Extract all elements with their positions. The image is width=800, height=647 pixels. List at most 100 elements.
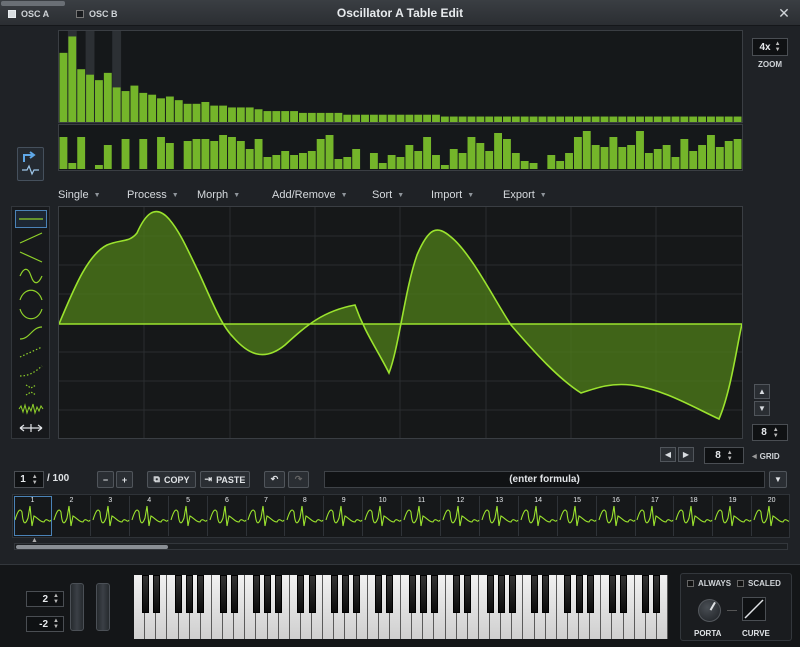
harmonic-phase-bar[interactable]: [254, 139, 263, 169]
harmonic-phase-bar[interactable]: [423, 137, 432, 169]
harmonic-phase-bar[interactable]: [77, 137, 86, 169]
black-key[interactable]: [508, 575, 516, 613]
menu-add-remove[interactable]: Add/Remove ▼: [272, 187, 372, 203]
harmonic-magnitude-bar[interactable]: [715, 116, 724, 122]
harmonics-scroll-thumb[interactable]: [1, 1, 65, 6]
harmonic-phase-bar[interactable]: [707, 135, 715, 169]
ramp-down-tool[interactable]: [15, 248, 47, 266]
harmonic-magnitude-bars[interactable]: [59, 31, 742, 123]
frame-thumbnail[interactable]: 15: [559, 496, 597, 536]
harmonic-magnitude-bar[interactable]: [547, 116, 556, 122]
harmonic-magnitude-bar[interactable]: [121, 91, 130, 122]
harmonic-phase-bar[interactable]: [591, 145, 600, 169]
harmonic-phase-bar[interactable]: [272, 155, 281, 169]
sine-tool[interactable]: [15, 267, 47, 285]
harmonic-phase-bar[interactable]: [325, 135, 334, 169]
harmonic-magnitude-bar[interactable]: [343, 114, 352, 122]
remove-frame-button[interactable]: −: [97, 471, 114, 488]
pitch-up-stepper-icon[interactable]: ▲ ▼: [53, 593, 59, 605]
frame-thumbnail[interactable]: 14: [520, 496, 558, 536]
frame-thumbnail[interactable]: 11: [403, 496, 441, 536]
frame-thumbnail[interactable]: 19: [714, 496, 753, 536]
next-button[interactable]: ▶: [678, 447, 694, 462]
frame-thumbnail[interactable]: 20: [753, 496, 789, 536]
noise-tool[interactable]: [15, 400, 47, 418]
piano-keyboard[interactable]: [134, 575, 668, 639]
harmonic-magnitude-bar[interactable]: [449, 116, 458, 122]
harmonic-phase-bar[interactable]: [547, 155, 556, 169]
harmonic-magnitude-bar[interactable]: [94, 80, 103, 122]
black-key[interactable]: [430, 575, 438, 613]
harmonic-magnitude-bar[interactable]: [671, 116, 680, 122]
always-checkbox[interactable]: [687, 580, 694, 587]
harmonic-phase-bar[interactable]: [219, 135, 228, 169]
harmonic-phase-bar[interactable]: [236, 141, 245, 169]
harmonic-phase-bar[interactable]: [121, 139, 130, 169]
shape-switch-button[interactable]: [17, 147, 44, 181]
frame-thumbnail[interactable]: 3: [92, 496, 130, 536]
harmonic-magnitude-bar[interactable]: [378, 114, 387, 122]
frame-thumbnail[interactable]: 5: [170, 496, 208, 536]
black-key[interactable]: [575, 575, 583, 613]
harmonic-phase-bar[interactable]: [609, 137, 618, 169]
harmonic-phase-bar[interactable]: [485, 151, 494, 169]
harmonic-magnitude-bar[interactable]: [352, 114, 361, 122]
harmonic-phase-bar[interactable]: [636, 131, 644, 169]
harmonic-magnitude-bar[interactable]: [325, 112, 334, 122]
harmonic-phase-bar[interactable]: [139, 139, 148, 169]
curve-button[interactable]: [742, 597, 766, 621]
undo-button[interactable]: ↶: [264, 471, 285, 488]
black-key[interactable]: [297, 575, 305, 613]
black-key[interactable]: [186, 575, 194, 613]
black-key[interactable]: [642, 575, 650, 613]
black-key[interactable]: [608, 575, 616, 613]
black-key[interactable]: [408, 575, 416, 613]
shift-down-button[interactable]: ▼: [754, 401, 770, 416]
harmonic-magnitude-bar[interactable]: [565, 116, 573, 122]
harmonic-phase-bar[interactable]: [449, 149, 458, 169]
black-key[interactable]: [653, 575, 661, 613]
harmonic-magnitude-bar[interactable]: [201, 101, 210, 122]
always-toggle[interactable]: ALWAYS: [687, 579, 731, 588]
black-key[interactable]: [453, 575, 461, 613]
harmonic-magnitude-bar[interactable]: [307, 112, 316, 122]
harmonic-magnitude-bar[interactable]: [662, 116, 671, 122]
pitch-bend-up-input[interactable]: 2 ▲ ▼: [26, 591, 64, 607]
flat-line-tool[interactable]: [15, 210, 47, 228]
frame-thumbnail[interactable]: 6: [208, 496, 247, 536]
frame-thumbnail[interactable]: 16: [597, 496, 636, 536]
harmonic-magnitude-bar[interactable]: [139, 92, 148, 122]
black-key[interactable]: [141, 575, 149, 613]
harmonic-magnitude-bar[interactable]: [591, 116, 600, 122]
arch-tool[interactable]: [15, 305, 47, 323]
harmonic-magnitude-bar[interactable]: [396, 114, 405, 122]
black-key[interactable]: [542, 575, 550, 613]
harmonic-phase-bars[interactable]: [59, 125, 742, 170]
horizontal-grid-stepper-icon[interactable]: ▲ ▼: [727, 450, 733, 462]
horizontal-grid-select[interactable]: 8 ▲ ▼: [704, 447, 744, 464]
frames-scroll-thumb[interactable]: [16, 545, 168, 549]
s-curve-tool[interactable]: [15, 324, 47, 342]
harmonic-phase-bar[interactable]: [698, 145, 707, 169]
harmonic-magnitude-bar[interactable]: [236, 107, 245, 122]
harmonic-magnitude-bar[interactable]: [112, 87, 121, 122]
harmonic-phase-bar[interactable]: [245, 149, 254, 169]
harmonic-magnitude-bar[interactable]: [733, 116, 742, 122]
frame-thumbnail[interactable]: 7: [247, 496, 286, 536]
harmonic-phase-bar[interactable]: [680, 139, 689, 169]
harmonic-phase-bar[interactable]: [228, 137, 236, 169]
harmonic-magnitude-bar[interactable]: [485, 116, 494, 122]
dots-up-tool[interactable]: [15, 343, 47, 361]
harmonic-phase-bar[interactable]: [103, 145, 112, 169]
harmonic-magnitude-bar[interactable]: [529, 116, 538, 122]
black-key[interactable]: [386, 575, 394, 613]
close-icon[interactable]: ✕: [776, 5, 792, 21]
frames-scrollbar[interactable]: [14, 543, 788, 550]
harmonic-magnitude-bar[interactable]: [298, 112, 307, 122]
harmonic-phase-bar[interactable]: [458, 153, 467, 169]
harmonic-magnitude-bar[interactable]: [165, 96, 174, 122]
frame-number-input[interactable]: 1 ▲ ▼: [14, 471, 44, 488]
black-key[interactable]: [308, 575, 316, 613]
frame-thumbnail[interactable]: 2: [53, 496, 91, 536]
harmonic-phase-bar[interactable]: [432, 155, 440, 169]
